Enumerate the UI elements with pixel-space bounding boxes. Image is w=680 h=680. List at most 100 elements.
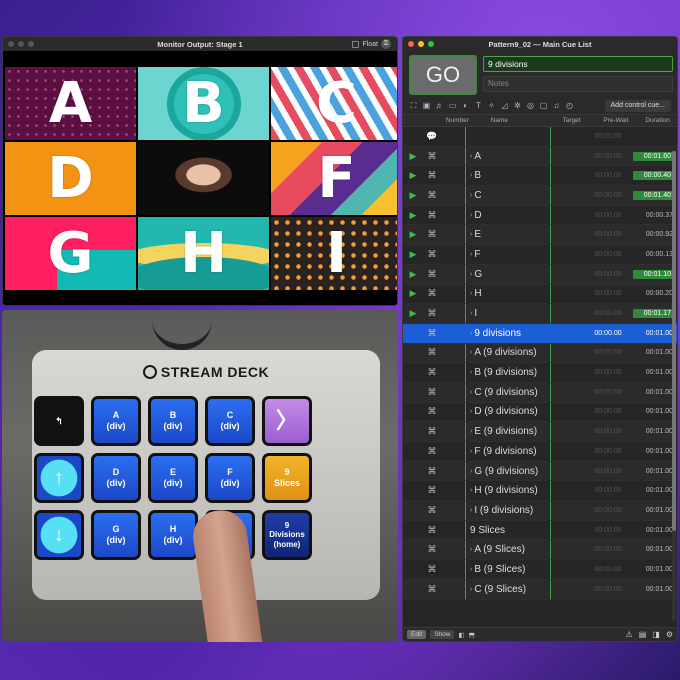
- number-column-header[interactable]: Number: [436, 117, 479, 124]
- cue-duration[interactable]: 00:01.00: [633, 349, 675, 356]
- cue-duration[interactable]: 00:01.60: [633, 151, 673, 161]
- cue-name[interactable]: 9 Slices: [465, 520, 551, 540]
- cue-name[interactable]: › F (9 divisions): [465, 442, 551, 461]
- cue-duration[interactable]: 00:01.00: [633, 566, 675, 573]
- cue-name[interactable]: › H (9 divisions): [465, 481, 551, 501]
- cue-duration[interactable]: 00:01.00: [633, 586, 675, 593]
- video-icon[interactable]: ▭: [448, 101, 457, 110]
- cue-name[interactable]: › G (9 divisions): [465, 461, 551, 481]
- add-control-cue-dropdown[interactable]: Add control cue...: [604, 99, 671, 112]
- cue-name[interactable]: › I: [465, 304, 551, 323]
- cue-prewait[interactable]: 00:00.00: [583, 546, 633, 553]
- notes-field[interactable]: Notes: [483, 76, 673, 92]
- chevron-right-icon[interactable]: ›: [470, 271, 472, 278]
- settings-icon[interactable]: ⚙: [666, 630, 673, 639]
- chevron-right-icon[interactable]: ›: [470, 310, 472, 317]
- cue-prewait[interactable]: 00:00.00: [583, 408, 633, 415]
- cue-name[interactable]: › H: [465, 284, 551, 304]
- float-checkbox[interactable]: [352, 40, 360, 48]
- chevron-right-icon[interactable]: ›: [470, 408, 472, 415]
- chevron-right-icon[interactable]: ›: [470, 349, 472, 356]
- light-icon[interactable]: ✧: [487, 101, 496, 110]
- cue-row[interactable]: ⌘ › C (9 divisions) 00:00.00 00:01.00: [403, 382, 677, 403]
- duration-column-header[interactable]: Duration: [638, 117, 677, 124]
- cue-duration[interactable]: 00:01.00: [633, 546, 675, 553]
- cue-prewait[interactable]: 00:00.00: [583, 251, 633, 258]
- deck-key[interactable]: E (div): [148, 453, 198, 503]
- cue-name[interactable]: › C (9 divisions): [465, 382, 551, 402]
- cue-row[interactable]: ▶ ⌘ › E 00:00.00 00:00.92: [403, 225, 677, 246]
- panel-icon[interactable]: ◨: [652, 630, 660, 639]
- cue-duration[interactable]: 00:00.13: [633, 251, 675, 258]
- deck-key[interactable]: 〉: [262, 396, 312, 446]
- cue-row[interactable]: ⌘ › D (9 divisions) 00:00.00 00:01.00: [403, 402, 677, 423]
- script-icon[interactable]: ▢: [539, 101, 548, 110]
- cue-row[interactable]: ⌘ › F (9 divisions) 00:00.00 00:01.00: [403, 442, 677, 462]
- chevron-right-icon[interactable]: ›: [470, 428, 472, 435]
- chevron-right-icon[interactable]: ›: [470, 153, 472, 160]
- show-mode-tab[interactable]: Show: [430, 630, 455, 639]
- cue-row[interactable]: ⌘ 9 Slices 00:00.00 00:01.00: [403, 520, 677, 541]
- cue-row[interactable]: ▶ ⌘ › I 00:00.00 00:01.17: [403, 304, 677, 324]
- chevron-right-icon[interactable]: ›: [470, 507, 472, 514]
- chevron-right-icon[interactable]: ›: [470, 172, 472, 179]
- cue-row[interactable]: ▶ ⌘ › D 00:00.00 00:00.37: [403, 205, 677, 226]
- cue-row[interactable]: ⌘ › A (9 divisions) 00:00.00 00:01.00: [403, 343, 677, 364]
- prewait-column-header[interactable]: Pre-Wait: [594, 117, 639, 124]
- cue-row[interactable]: ⌘ › 9 divisions 00:00.00 00:01.00: [403, 323, 677, 344]
- edit-mode-tab[interactable]: Edit: [407, 630, 427, 639]
- cue-row[interactable]: 💬 00:00.00: [403, 127, 677, 147]
- cue-name[interactable]: › 9 divisions: [465, 324, 551, 343]
- cue-name[interactable]: › C (9 Slices): [465, 579, 551, 599]
- cue-prewait[interactable]: 00:00.00: [583, 468, 633, 475]
- cue-row[interactable]: ▶ ⌘ › H 00:00.00 00:00.20: [403, 284, 677, 305]
- cue-row[interactable]: ⌘ › A (9 Slices) 00:00.00 00:01.00: [403, 540, 677, 561]
- cue-duration[interactable]: 00:00.20: [633, 290, 675, 297]
- cue-duration[interactable]: 00:01.00: [633, 448, 675, 455]
- deck-key[interactable]: D (div): [91, 453, 141, 503]
- cue-name[interactable]: › B (9 Slices): [465, 560, 551, 579]
- inspector-toggle-icon[interactable]: ⬒: [469, 631, 475, 639]
- deck-key[interactable]: ↓: [34, 510, 84, 560]
- cue-prewait[interactable]: 00:00.00: [583, 448, 633, 455]
- cue-duration[interactable]: 00:00.37: [633, 212, 675, 219]
- cue-prewait[interactable]: 00:00.00: [583, 172, 633, 179]
- deck-key[interactable]: H (div): [148, 510, 198, 560]
- cue-row[interactable]: ⌘ › B (9 Slices) 00:00.00 00:01.00: [403, 560, 677, 580]
- cue-row[interactable]: ⌘ › E (9 divisions) 00:00.00 00:01.00: [403, 422, 677, 442]
- cue-name[interactable]: › I (9 divisions): [465, 501, 551, 520]
- cue-prewait[interactable]: 00:00.00: [583, 192, 633, 199]
- cue-list-scrollbar[interactable]: [672, 151, 676, 621]
- cue-duration[interactable]: 00:01.00: [633, 369, 675, 376]
- deck-key[interactable]: 9 Divisions (home): [262, 510, 312, 560]
- cue-prewait[interactable]: 00:00.00: [583, 566, 633, 573]
- cue-name[interactable]: › E (9 divisions): [465, 422, 551, 441]
- deck-key[interactable]: ↰: [34, 396, 84, 446]
- text-icon[interactable]: T: [474, 101, 483, 110]
- cue-prewait[interactable]: 00:00.00: [583, 271, 633, 278]
- cue-prewait[interactable]: 00:00.00: [583, 527, 633, 534]
- clock-icon[interactable]: ◴: [565, 101, 574, 110]
- cue-name[interactable]: › B: [465, 166, 551, 186]
- cue-name[interactable]: › D: [465, 205, 551, 225]
- chevron-right-icon[interactable]: ›: [470, 251, 472, 258]
- cue-row[interactable]: ⌘ › B (9 divisions) 00:00.00 00:01.00: [403, 363, 677, 383]
- cue-name[interactable]: › G: [465, 264, 551, 284]
- cue-prewait[interactable]: 00:00.00: [583, 153, 633, 160]
- cue-row[interactable]: ▶ ⌘ › F 00:00.00 00:00.13: [403, 245, 677, 265]
- cue-duration[interactable]: 00:01.00: [633, 428, 675, 435]
- cue-row[interactable]: ⌘ › H (9 divisions) 00:00.00 00:01.00: [403, 481, 677, 502]
- sidebar-toggle-icon[interactable]: ◧: [458, 631, 464, 639]
- chevron-right-icon[interactable]: ›: [470, 566, 472, 573]
- network-icon[interactable]: ✲: [513, 101, 522, 110]
- deck-key[interactable]: F (div): [205, 453, 255, 503]
- cue-prewait[interactable]: 00:00.00: [583, 231, 633, 238]
- chevron-right-icon[interactable]: ›: [470, 468, 472, 475]
- chevron-right-icon[interactable]: ›: [470, 290, 472, 297]
- cue-name[interactable]: › C: [465, 186, 551, 205]
- scroll-thumb[interactable]: [672, 151, 676, 531]
- cue-row[interactable]: ▶ ⌘ › G 00:00.00 00:01.10: [403, 264, 677, 285]
- deck-key[interactable]: A (div): [91, 396, 141, 446]
- mic-icon[interactable]: ♬: [435, 101, 444, 110]
- fade-icon[interactable]: ◿: [500, 101, 509, 110]
